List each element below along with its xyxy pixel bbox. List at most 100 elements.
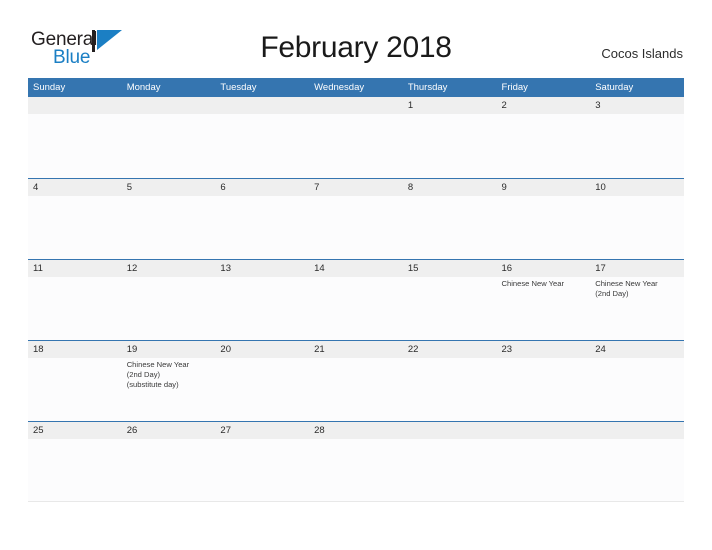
calendar-day-cell[interactable]: 11 (28, 260, 122, 340)
day-number: 26 (126, 425, 138, 436)
day-number: 23 (501, 344, 513, 355)
day-number: 16 (501, 263, 513, 274)
day-number-band (28, 179, 122, 196)
day-number: 24 (595, 344, 606, 355)
day-number: 1 (407, 100, 414, 111)
day-number-band (215, 97, 310, 114)
calendar-day-cell[interactable]: 13 (215, 260, 310, 340)
day-number-band (28, 97, 122, 114)
day-number: 4 (33, 182, 39, 193)
calendar-day-cell[interactable]: 17 Chinese New Year (2nd Day) (590, 260, 684, 340)
calendar-day-cell[interactable]: 1 (402, 97, 497, 177)
day-number-band (402, 422, 497, 439)
calendar-day-cell-empty (590, 422, 684, 502)
event-text: Chinese New Year (126, 360, 190, 369)
day-number-band (590, 97, 684, 114)
calendar-page: General Blue February 2018 Cocos Islands… (0, 0, 712, 550)
calendar-day-cell[interactable]: 26 (121, 422, 216, 502)
day-number-band (402, 97, 497, 114)
weekday-sunday: Sunday (33, 82, 66, 93)
calendar-week-row: 25 26 27 28 (28, 421, 684, 502)
calendar-week-row: 1 2 3 (28, 97, 684, 178)
calendar-day-cell[interactable]: 25 (28, 422, 122, 502)
day-number: 20 (220, 344, 231, 355)
event-text: (substitute day) (126, 380, 179, 390)
calendar-day-cell[interactable]: 14 (309, 260, 403, 340)
event-text: (2nd Day) (126, 370, 161, 380)
day-number-band (309, 97, 403, 114)
event-text: (2nd Day) (595, 289, 629, 299)
weekday-monday: Monday (126, 82, 161, 93)
day-number: 2 (501, 100, 507, 111)
event-text: Chinese New Year (595, 279, 658, 288)
day-number: 3 (595, 100, 601, 111)
day-number-band (590, 422, 684, 439)
day-number: 12 (126, 263, 138, 274)
calendar-day-cell[interactable]: 5 (121, 179, 216, 259)
calendar-week-row: 4 5 6 7 8 9 10 (28, 178, 684, 259)
calendar-day-cell[interactable]: 23 (496, 341, 591, 421)
day-number: 28 (314, 425, 325, 436)
calendar-day-cell[interactable]: 24 (590, 341, 684, 421)
day-number-band (496, 422, 591, 439)
calendar-day-cell-empty (496, 422, 591, 502)
calendar-day-cell[interactable]: 16 Chinese New Year (496, 260, 591, 340)
day-number: 11 (33, 263, 43, 274)
calendar-day-cell-empty (28, 97, 122, 177)
day-number: 19 (126, 344, 138, 355)
calendar-week-row: 18 19 Chinese New Year (2nd Day) (substitute… (28, 340, 684, 421)
calendar-week-row: 11 12 13 14 15 16 Chinese New Year 17 Chinese Ne… (28, 259, 684, 340)
calendar-day-cell[interactable]: 28 (309, 422, 403, 502)
day-number: 21 (314, 344, 325, 355)
day-number: 5 (126, 182, 132, 193)
calendar-day-cell[interactable]: 8 (402, 179, 497, 259)
calendar-day-cell[interactable]: 20 (215, 341, 310, 421)
weekday-header-row: Sunday Monday Tuesday Wednesday Thursday… (28, 78, 684, 97)
calendar-day-cell[interactable]: 3 (590, 97, 684, 177)
calendar-day-cell[interactable]: 22 (402, 341, 497, 421)
calendar-day-cell[interactable]: 15 (402, 260, 497, 340)
day-number: 18 (33, 344, 44, 355)
day-number: 7 (314, 182, 320, 193)
calendar-day-cell[interactable]: 6 (215, 179, 310, 259)
calendar-day-cell-empty (402, 422, 497, 502)
calendar-day-cell[interactable]: 27 (215, 422, 310, 502)
day-number-band (496, 179, 591, 196)
calendar-day-cell[interactable]: 19 Chinese New Year (2nd Day) (substitute d… (121, 341, 216, 421)
event-text: Chinese New Year (501, 279, 564, 288)
day-number: 25 (33, 425, 44, 436)
calendar-day-cell[interactable]: 4 (28, 179, 122, 259)
calendar-day-cell[interactable]: 9 (496, 179, 591, 259)
calendar-day-cell[interactable]: 7 (309, 179, 403, 259)
calendar-day-cell[interactable]: 21 (309, 341, 403, 421)
day-number-band (496, 97, 591, 114)
day-number: 22 (407, 344, 419, 355)
location-label: Cocos Islands (601, 46, 683, 61)
day-number: 6 (220, 182, 226, 193)
day-number-band (402, 179, 497, 196)
calendar-day-cell[interactable]: 12 (121, 260, 216, 340)
weekday-tuesday: Tuesday (220, 82, 257, 93)
day-number-band (215, 179, 310, 196)
day-number: 13 (220, 263, 231, 274)
calendar-day-cell[interactable]: 10 (590, 179, 684, 259)
weekday-friday: Friday (501, 82, 528, 93)
calendar-day-cell-empty (309, 97, 403, 177)
weekday-wednesday: Wednesday (314, 82, 365, 93)
calendar-day-cell[interactable]: 2 (496, 97, 591, 177)
calendar-day-cell-empty (121, 97, 216, 177)
day-number-band (121, 97, 216, 114)
calendar-day-cell-empty (215, 97, 310, 177)
calendar-grid: Sunday Monday Tuesday Wednesday Thursday… (28, 78, 684, 502)
day-number: 14 (314, 263, 325, 274)
day-events: Chinese New Year (2nd Day) (substitute day… (127, 360, 213, 391)
page-header: General Blue February 2018 Cocos Islands (0, 0, 712, 78)
day-events: Chinese New Year (2nd Day) (595, 279, 681, 299)
day-number: 9 (501, 182, 507, 193)
day-number-band (309, 179, 403, 196)
day-number: 10 (595, 182, 606, 193)
weekday-saturday: Saturday (595, 82, 634, 93)
day-number: 27 (220, 425, 231, 436)
calendar-day-cell[interactable]: 18 (28, 341, 122, 421)
day-number: 15 (407, 263, 419, 274)
